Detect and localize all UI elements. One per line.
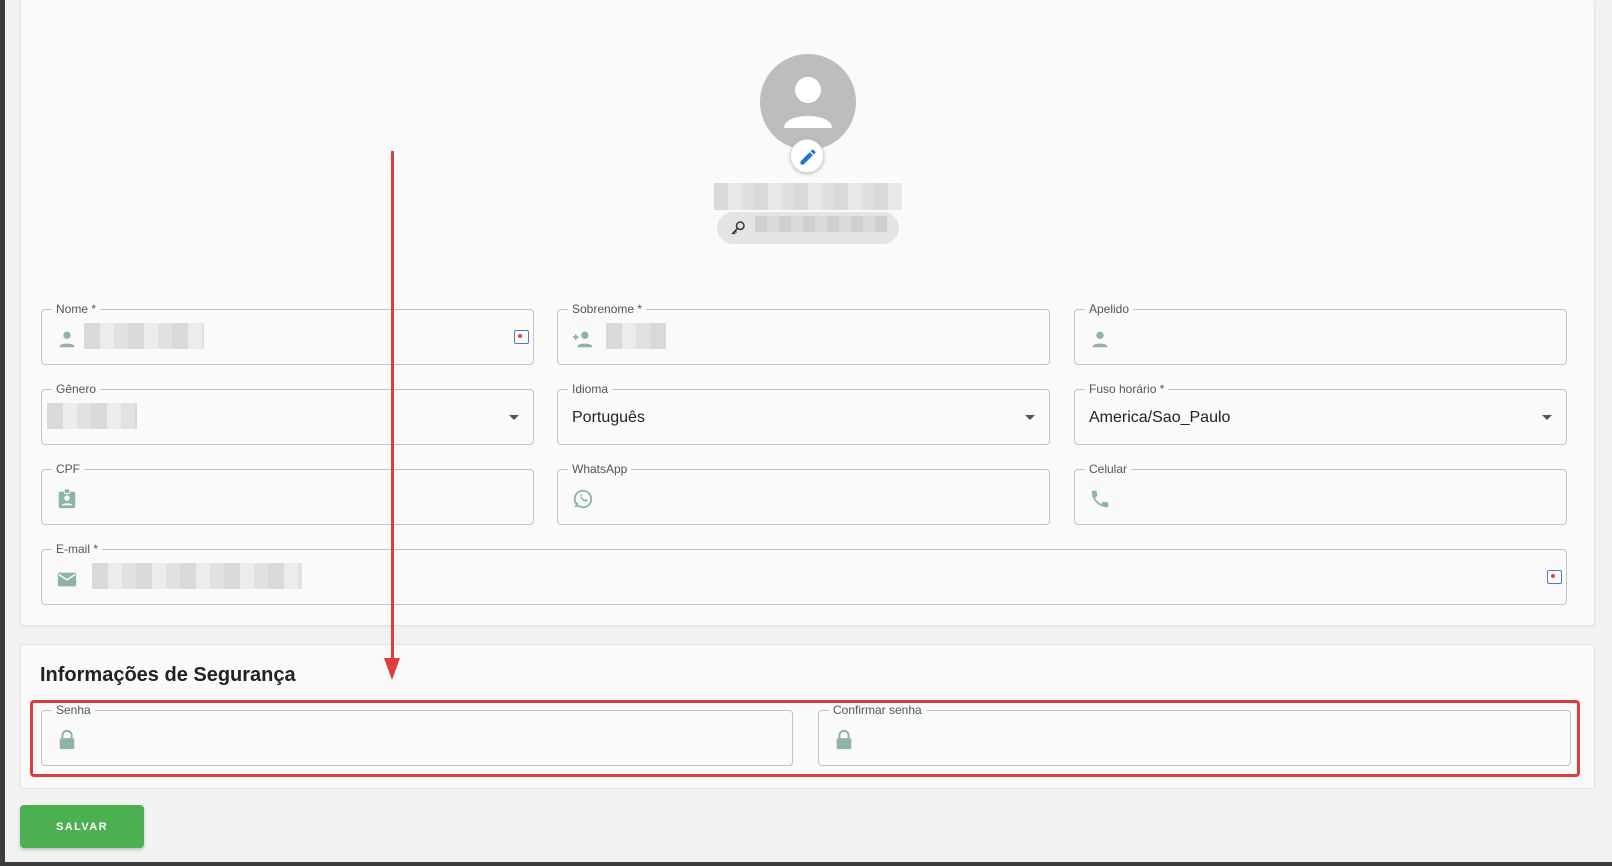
window-edge	[0, 0, 5, 866]
autofill-icon[interactable]	[1547, 570, 1562, 584]
chevron-down-icon	[509, 415, 519, 420]
save-button[interactable]: SALVAR	[20, 805, 144, 848]
person-icon	[59, 331, 75, 348]
idioma-label: Idioma	[568, 381, 613, 397]
annotation-arrow-line	[391, 151, 394, 661]
email-value-redacted	[92, 563, 302, 589]
security-section-title: Informações de Segurança	[40, 664, 296, 686]
apelido-label: Apelido	[1085, 301, 1134, 317]
person-icon	[1092, 331, 1108, 348]
phone-icon	[1091, 490, 1109, 508]
nome-field[interactable]: Nome *	[41, 301, 534, 365]
whatsapp-label: WhatsApp	[568, 461, 632, 477]
person-add-icon	[572, 331, 593, 348]
cpf-field[interactable]: CPF	[41, 461, 534, 525]
fuso-horario-label: Fuso horário *	[1085, 381, 1169, 397]
genero-value-redacted	[47, 403, 137, 429]
sobrenome-value-redacted	[606, 323, 666, 349]
email-field[interactable]: E-mail *	[41, 541, 1567, 605]
nome-value-redacted	[84, 323, 204, 349]
apelido-field[interactable]: Apelido	[1074, 301, 1567, 365]
user-name-redacted	[714, 183, 902, 210]
id-badge-icon	[58, 488, 76, 509]
fuso-horario-value: America/Sao_Paulo	[1089, 409, 1231, 426]
sobrenome-label: Sobrenome *	[568, 301, 647, 317]
whatsapp-field[interactable]: WhatsApp	[557, 461, 1050, 525]
person-icon	[784, 77, 832, 128]
key-icon	[731, 221, 745, 235]
annotation-arrow-head	[384, 658, 400, 680]
chevron-down-icon	[1542, 415, 1552, 420]
email-label: E-mail *	[52, 541, 103, 557]
user-id-redacted	[755, 216, 887, 232]
window-bottom-edge	[0, 862, 1612, 866]
user-id-chip	[717, 212, 899, 244]
cpf-label: CPF	[52, 461, 84, 477]
chevron-down-icon	[1025, 415, 1035, 420]
whatsapp-icon	[573, 489, 593, 509]
sobrenome-field[interactable]: Sobrenome *	[557, 301, 1050, 365]
fuso-horario-select[interactable]: Fuso horário * America/Sao_Paulo	[1074, 381, 1567, 445]
celular-label: Celular	[1085, 461, 1132, 477]
genero-label: Gênero	[52, 381, 101, 397]
edit-avatar-button[interactable]	[790, 139, 824, 173]
idioma-value: Português	[572, 409, 645, 426]
annotation-highlight-box	[30, 700, 1580, 777]
mail-icon	[57, 572, 77, 587]
pencil-icon	[800, 149, 816, 165]
genero-select[interactable]: Gênero	[41, 381, 534, 445]
autofill-icon[interactable]	[514, 330, 529, 344]
celular-field[interactable]: Celular	[1074, 461, 1567, 525]
avatar	[760, 54, 856, 150]
idioma-select[interactable]: Idioma Português	[557, 381, 1050, 445]
nome-label: Nome *	[52, 301, 101, 317]
